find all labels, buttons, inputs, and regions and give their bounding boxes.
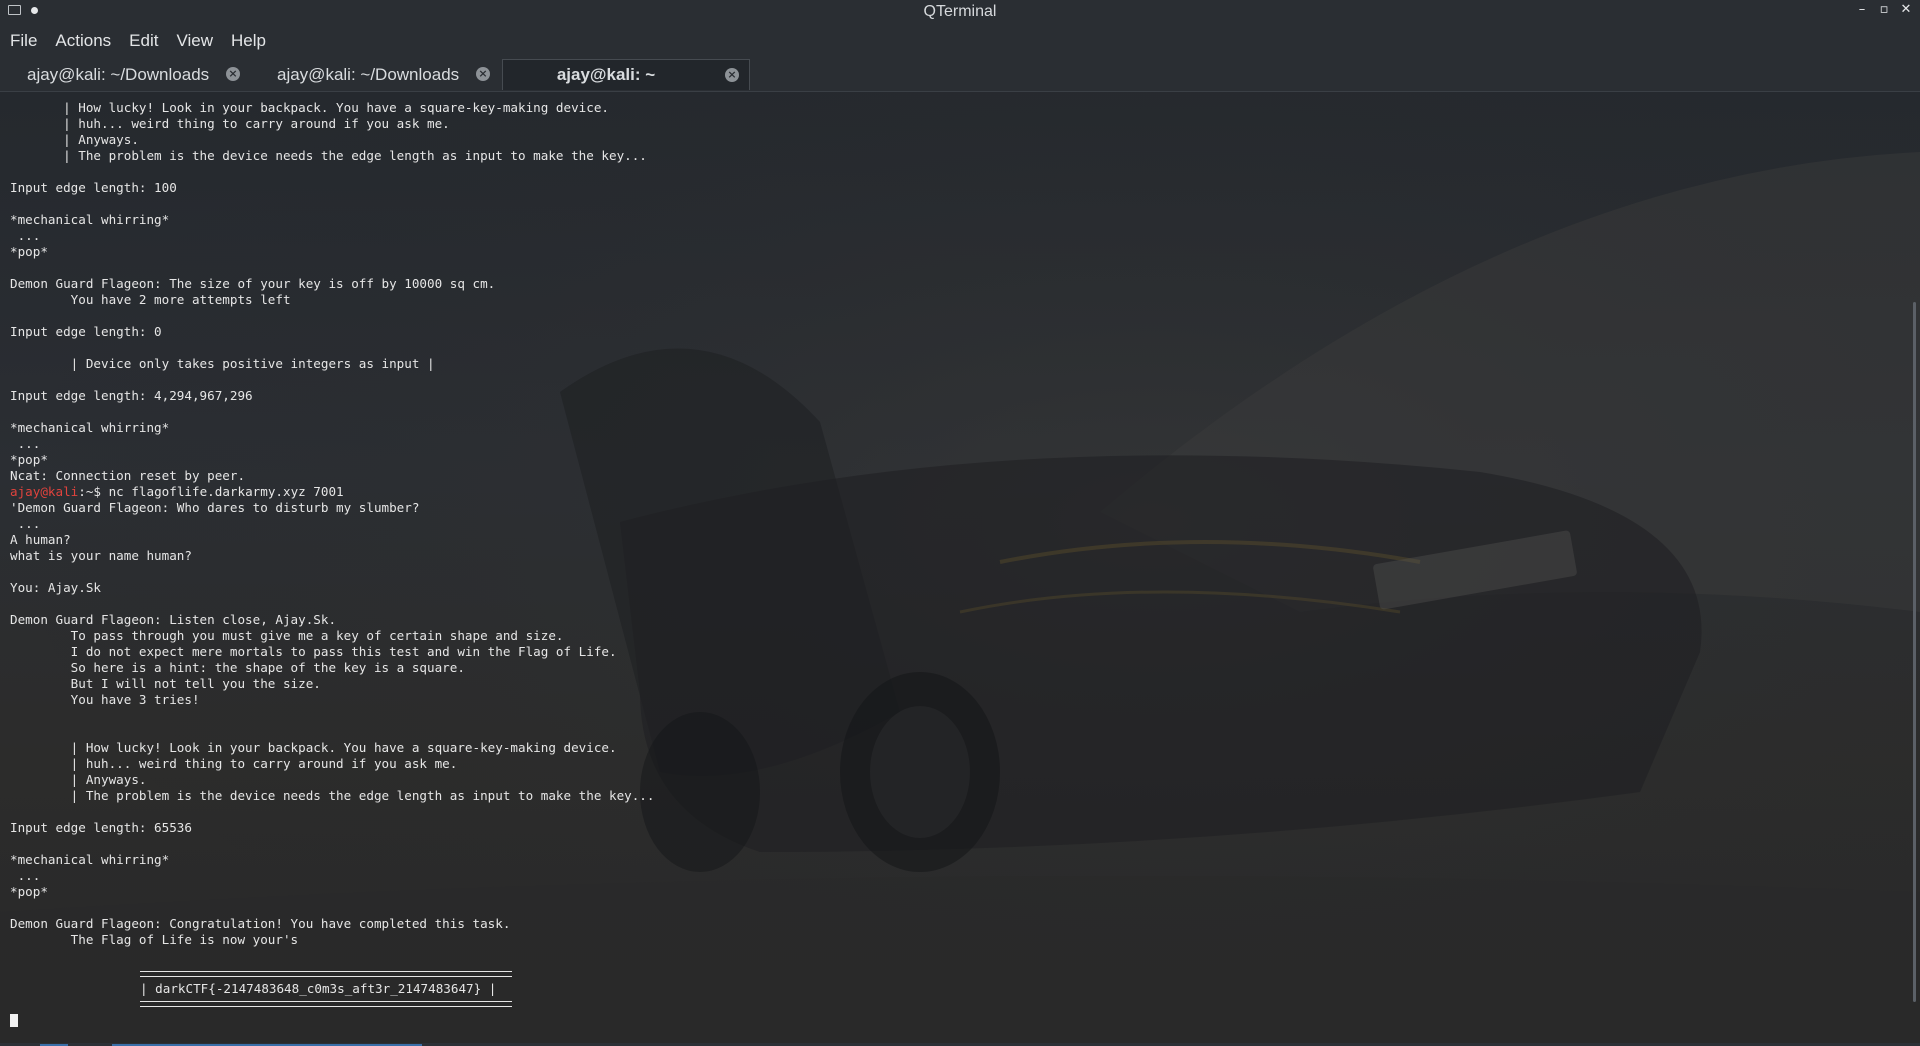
terminal-line: what is your name human? [10, 548, 192, 563]
terminal-line: I do not expect mere mortals to pass thi… [10, 644, 617, 659]
terminal-line: ... [10, 228, 41, 243]
close-tab-icon[interactable]: × [725, 68, 739, 82]
flag-top-rule [140, 971, 512, 977]
terminal-line: Input edge length: 0 [10, 324, 162, 339]
terminal-line: *pop* [10, 244, 48, 259]
close-icon[interactable]: ✕ [1900, 2, 1912, 17]
terminal-line: ... [10, 516, 41, 531]
prompt-user: ajay@kali [10, 484, 79, 499]
terminal-line: You have 3 tries! [10, 692, 200, 707]
terminal-line: You have 2 more attempts left [10, 292, 291, 307]
prompt-line: ajay@kali:~$ nc flagoflife.darkarmy.xyz … [10, 484, 654, 500]
terminal-line: But I will not tell you the size. [10, 676, 321, 691]
menu-bar: File Actions Edit View Help [0, 25, 1920, 57]
menu-actions[interactable]: Actions [45, 31, 119, 51]
terminal-line: Input edge length: 4,294,967,296 [10, 388, 253, 403]
terminal-line: To pass through you must give me a key o… [10, 628, 564, 643]
terminal-line: Demon Guard Flageon: The size of your ke… [10, 276, 496, 291]
minimize-icon[interactable]: – [1856, 2, 1868, 17]
terminal-line: ... [10, 436, 41, 451]
terminal-line: You: Ajay.Sk [10, 580, 101, 595]
terminal-line: | Device only takes positive integers as… [10, 356, 435, 371]
close-tab-icon[interactable]: × [226, 67, 240, 81]
menu-view[interactable]: View [166, 31, 221, 51]
tab-bar: ajay@kali: ~/Downloads × ajay@kali: ~/Do… [0, 57, 1920, 92]
terminal-line: Input edge length: 100 [10, 180, 177, 195]
terminal-line: 'Demon Guard Flageon: Who dares to distu… [10, 500, 420, 515]
prompt-path: :~$ [78, 484, 109, 499]
terminal-line: | How lucky! Look in your backpack. You … [10, 740, 617, 755]
window-title: QTerminal [923, 3, 997, 20]
terminal-area[interactable]: | How lucky! Look in your backpack. You … [0, 92, 1920, 1046]
terminal-line: Input edge length: 65536 [10, 820, 192, 835]
terminal-line: *mechanical whirring* [10, 420, 170, 435]
terminal-line: | huh... weird thing to carry around if … [10, 756, 458, 771]
tab-downloads-2[interactable]: ajay@kali: ~/Downloads × [250, 59, 500, 90]
flag-text: | darkCTF{-2147483648_c0m3s_aft3r_214748… [140, 981, 497, 996]
tab-home-active[interactable]: ajay@kali: ~ × [502, 59, 750, 90]
terminal-line: A human? [10, 532, 71, 547]
terminal-line: *pop* [10, 884, 48, 899]
terminal-line: Demon Guard Flageon: Listen close, Ajay.… [10, 612, 337, 627]
tab-label: ajay@kali: ~/Downloads [27, 64, 210, 84]
terminal-line: The Flag of Life is now your's [10, 932, 299, 947]
tab-label: ajay@kali: ~/Downloads [277, 64, 460, 84]
menu-edit[interactable]: Edit [119, 31, 166, 51]
title-bar: QTerminal – ▫ ✕ [0, 0, 1920, 25]
terminal-output: | How lucky! Look in your backpack. You … [10, 100, 654, 948]
tab-downloads-1[interactable]: ajay@kali: ~/Downloads × [0, 59, 250, 90]
terminal-line: *pop* [10, 452, 48, 467]
prompt-command: nc flagoflife.darkarmy.xyz 7001 [108, 484, 344, 499]
menu-file[interactable]: File [0, 31, 45, 51]
qterminal-window: QTerminal – ▫ ✕ File Actions Edit View H… [0, 0, 1920, 1046]
tab-label: ajay@kali: ~ [556, 65, 656, 84]
maximize-icon[interactable]: ▫ [1878, 2, 1890, 17]
flag-bottom-rule [140, 1001, 512, 1007]
menu-help[interactable]: Help [221, 31, 274, 51]
terminal-line: | How lucky! Look in your backpack. You … [10, 100, 609, 115]
terminal-line: | Anyways. [10, 132, 139, 147]
terminal-scrollbar[interactable] [1913, 302, 1916, 1002]
terminal-line: *mechanical whirring* [10, 212, 170, 227]
terminal-line: | The problem is the device needs the ed… [10, 788, 655, 803]
window-controls: – ▫ ✕ [1856, 2, 1912, 17]
flag-output-box: | darkCTF{-2147483648_c0m3s_aft3r_214748… [140, 971, 512, 1007]
terminal-line: ... [10, 868, 41, 883]
terminal-line: Ncat: Connection reset by peer. [10, 468, 246, 483]
terminal-line: Demon Guard Flageon: Congratulation! You… [10, 916, 511, 931]
terminal-line: | huh... weird thing to carry around if … [10, 116, 450, 131]
terminal-line: So here is a hint: the shape of the key … [10, 660, 465, 675]
terminal-line: | The problem is the device needs the ed… [10, 148, 647, 163]
terminal-line: *mechanical whirring* [10, 852, 170, 867]
terminal-cursor [10, 1014, 18, 1027]
close-tab-icon[interactable]: × [476, 67, 490, 81]
terminal-line: | Anyways. [10, 772, 147, 787]
